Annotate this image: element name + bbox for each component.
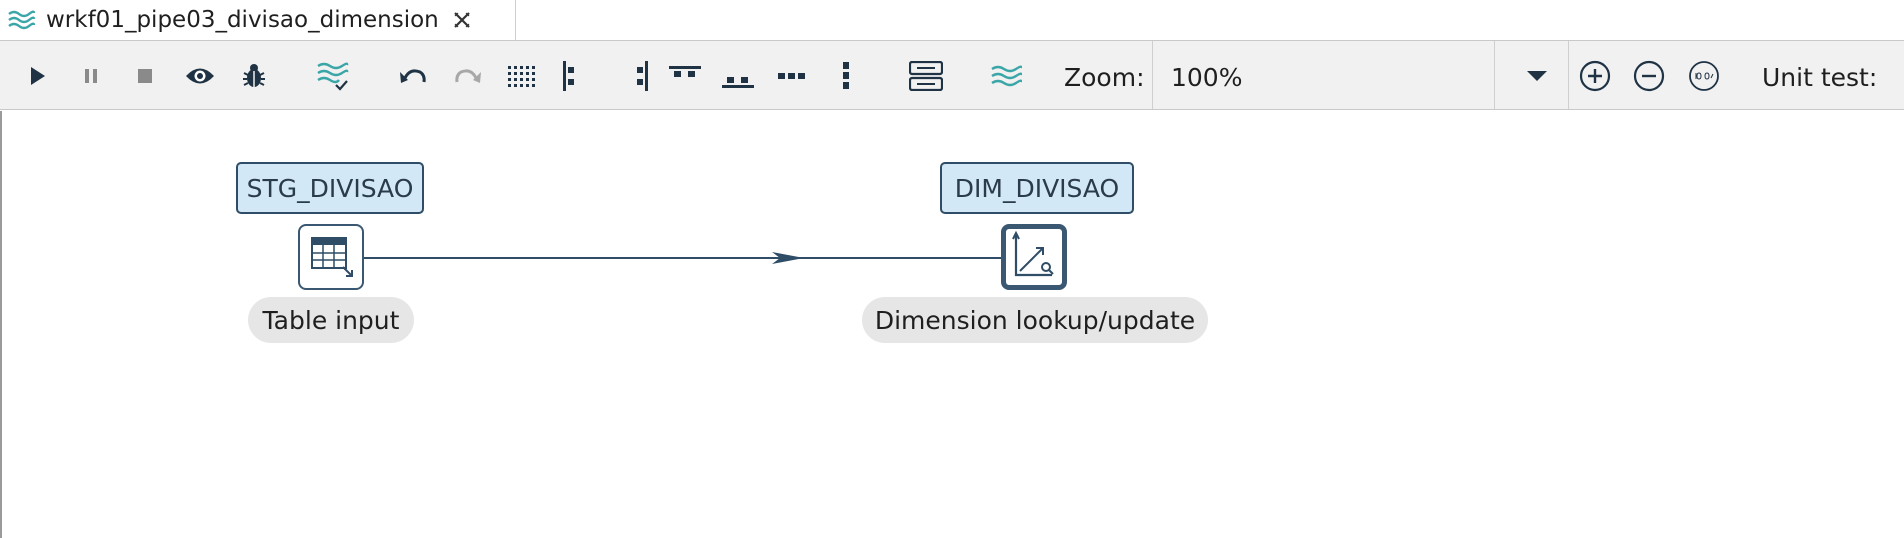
run-button[interactable]	[19, 58, 55, 94]
undo-icon	[400, 69, 426, 83]
align-left-icon	[563, 61, 574, 91]
distribute-vertical-button[interactable]	[828, 58, 864, 94]
play-icon	[31, 67, 45, 85]
distribute-horizontal-button[interactable]	[774, 58, 810, 94]
bug-icon	[243, 64, 265, 87]
align-right-icon	[637, 61, 648, 91]
transform-table-input[interactable]	[298, 224, 364, 290]
table-input-icon	[311, 237, 353, 277]
pipeline-canvas[interactable]: STG_DIVISAO Table input DIM_DIVISAO Dime…	[0, 111, 1904, 538]
stop-button[interactable]	[127, 58, 163, 94]
pipeline-properties-button[interactable]	[908, 58, 944, 94]
debug-button[interactable]	[236, 58, 272, 94]
zoom-100-icon	[1689, 61, 1719, 91]
transform-title-dim-divisao[interactable]: DIM_DIVISAO	[940, 162, 1134, 214]
transform-title-stg-divisao[interactable]: STG_DIVISAO	[236, 162, 424, 214]
distribute-horizontal-icon	[778, 73, 805, 79]
align-bottom-icon	[722, 77, 754, 88]
tab-title: wrkf01_pipe03_divisao_dimension	[46, 7, 439, 33]
properties-icon	[909, 61, 943, 91]
align-top-button[interactable]	[667, 58, 703, 94]
transform-dimension-lookup[interactable]	[1001, 224, 1067, 290]
zoom-out-button[interactable]	[1631, 58, 1667, 94]
stop-icon	[138, 69, 152, 83]
pipeline-toolbar: Zoom: 100% Unit test:	[0, 40, 1904, 110]
eye-icon	[186, 68, 214, 84]
pipeline-icon	[8, 10, 36, 30]
zoom-in-icon	[1579, 60, 1611, 92]
align-left-button[interactable]	[553, 58, 589, 94]
zoom-divider	[1494, 41, 1495, 109]
transform-label-dimension-lookup[interactable]: Dimension lookup/update	[862, 297, 1208, 343]
zoom-100-button[interactable]	[1686, 58, 1722, 94]
preview-button[interactable]	[182, 58, 218, 94]
dimension-lookup-icon	[1012, 230, 1054, 277]
zoom-value[interactable]: 100%	[1171, 63, 1242, 92]
zoom-out-icon	[1633, 60, 1665, 92]
tab-bar: wrkf01_pipe03_divisao_dimension	[0, 0, 1904, 40]
close-icon[interactable]	[451, 9, 473, 31]
align-top-icon	[669, 66, 701, 77]
zoom-combo[interactable]: 100%	[1152, 41, 1569, 109]
zoom-in-button[interactable]	[1577, 58, 1613, 94]
align-right-button[interactable]	[622, 58, 658, 94]
unit-test-label: Unit test:	[1762, 63, 1878, 92]
pipeline-icon	[991, 65, 1022, 87]
grid-icon	[508, 66, 535, 87]
zoom-label: Zoom:	[1064, 63, 1145, 92]
transform-label-table-input[interactable]: Table input	[248, 297, 414, 343]
check-button[interactable]	[314, 58, 350, 94]
redo-button[interactable]	[450, 58, 486, 94]
chevron-down-icon[interactable]	[1523, 63, 1551, 87]
pause-icon	[85, 69, 97, 83]
redo-icon	[455, 69, 481, 83]
pipeline-check-icon	[317, 62, 349, 91]
align-bottom-button[interactable]	[720, 58, 756, 94]
pause-button[interactable]	[73, 58, 109, 94]
pipeline-options-button[interactable]	[988, 58, 1024, 94]
undo-button[interactable]	[395, 58, 431, 94]
distribute-vertical-icon	[843, 62, 849, 89]
snap-grid-button[interactable]	[503, 58, 539, 94]
pipeline-tab[interactable]: wrkf01_pipe03_divisao_dimension	[0, 0, 516, 40]
